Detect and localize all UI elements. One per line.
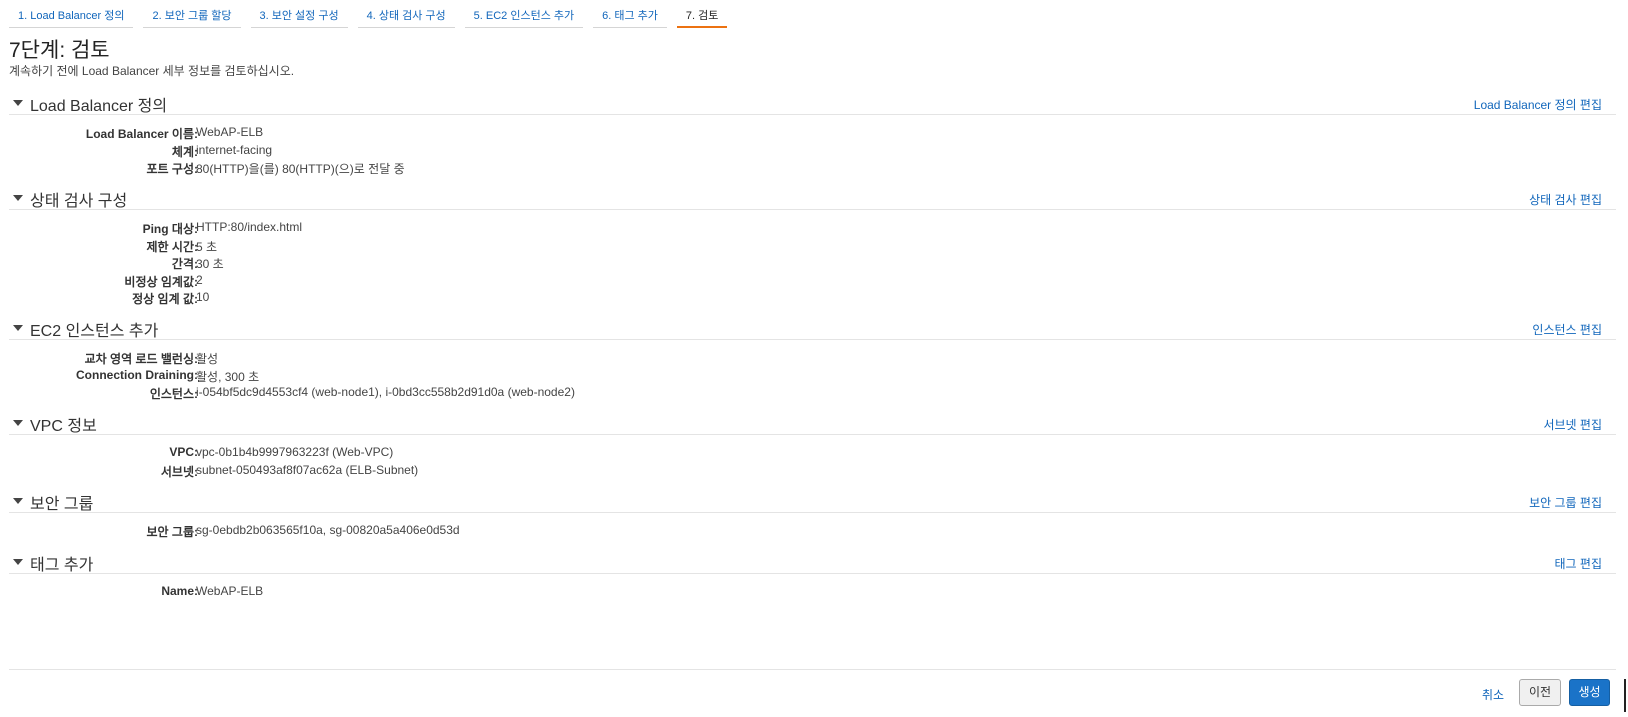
detail-value: i-054bf5dc9d4553cf4 (web-node1), i-0bd3c… (196, 385, 575, 399)
section-header: 태그 추가 태그 편집 (9, 553, 1616, 574)
caret-down-icon[interactable] (13, 325, 23, 331)
tab-step-7[interactable]: 7. 검토 (676, 0, 728, 28)
section-load-balancer-definition: Load Balancer 정의 Load Balancer 정의 편집 Loa… (9, 94, 1616, 177)
detail-value: 활성, 300 초 (196, 369, 260, 384)
section-header: 상태 검사 구성 상태 검사 편집 (9, 189, 1616, 210)
edit-subnets-link[interactable]: 서브넷 편집 (1543, 416, 1602, 433)
detail-value: 10 (196, 290, 210, 304)
detail-label: 비정상 임계값: (124, 274, 198, 289)
section-vpc-info: VPC 정보 서브넷 편집 VPC: vpc-0b1b4b9997963223f… (9, 414, 1616, 479)
tab-step-3[interactable]: 3. 보안 설정 구성 (250, 0, 348, 28)
detail-row: Load Balancer 이름: WebAP-ELB (9, 124, 1616, 142)
caret-down-icon[interactable] (13, 498, 23, 504)
detail-label: 체계: (171, 144, 198, 159)
detail-row: VPC: vpc-0b1b4b9997963223f (Web-VPC) (9, 444, 1616, 462)
detail-label: 보안 그룹: (146, 525, 199, 539)
detail-label: 포트 구성: (146, 162, 199, 176)
detail-row: 비정상 임계값: 2 (9, 272, 1616, 290)
detail-value: 5 초 (196, 239, 218, 254)
edit-health-check-link[interactable]: 상태 검사 편집 (1529, 191, 1602, 208)
detail-row: 간격: 30 초 (9, 254, 1616, 272)
section-title: 태그 추가 (30, 557, 94, 574)
edit-instances-link[interactable]: 인스턴스 편집 (1532, 321, 1602, 338)
detail-value: vpc-0b1b4b9997963223f (Web-VPC) (196, 445, 394, 459)
caret-down-icon[interactable] (13, 195, 23, 201)
detail-value: WebAP-ELB (196, 125, 264, 139)
detail-value: 30 초 (196, 257, 224, 271)
edit-security-groups-link[interactable]: 보안 그룹 편집 (1529, 494, 1602, 511)
detail-label: 교차 영역 로드 밸런싱: (84, 352, 198, 366)
section-tags: 태그 추가 태그 편집 Name: WebAP-ELB (9, 553, 1616, 601)
caret-down-icon[interactable] (13, 559, 23, 565)
tab-step-1[interactable]: 1. Load Balancer 정의 (9, 0, 134, 28)
section-header: VPC 정보 서브넷 편집 (9, 414, 1616, 435)
detail-label: 정상 임계 값: (132, 292, 198, 306)
detail-row: 제한 시간: 5 초 (9, 237, 1616, 255)
detail-row: 보안 그룹: sg-0ebdb2b063565f10a, sg-00820a5a… (9, 522, 1616, 540)
detail-label: Ping 대상: (142, 222, 198, 236)
detail-label: Connection Draining: (76, 367, 198, 382)
detail-label: Load Balancer 이름: (85, 127, 198, 141)
detail-row: 체계: internet-facing (9, 142, 1616, 160)
page-subtitle: 계속하기 전에 Load Balancer 세부 정보를 검토하십시오. (9, 64, 295, 78)
tab-step-2[interactable]: 2. 보안 그룹 할당 (143, 0, 241, 28)
detail-label: Name: (161, 584, 198, 598)
section-title: 보안 그룹 (30, 496, 94, 513)
section-health-check: 상태 검사 구성 상태 검사 편집 Ping 대상: HTTP:80/index… (9, 189, 1616, 307)
section-header: EC2 인스턴스 추가 인스턴스 편집 (9, 319, 1616, 340)
section-title: 상태 검사 구성 (30, 193, 128, 210)
detail-value: 2 (196, 272, 203, 287)
detail-value: HTTP:80/index.html (196, 220, 303, 234)
tab-step-4[interactable]: 4. 상태 검사 구성 (357, 0, 455, 28)
detail-row: Ping 대상: HTTP:80/index.html (9, 219, 1616, 237)
detail-value: WebAP-ELB (196, 584, 264, 598)
section-header: Load Balancer 정의 Load Balancer 정의 편집 (9, 94, 1616, 115)
detail-row: Name: WebAP-ELB (9, 583, 1616, 601)
section-title: VPC 정보 (30, 418, 97, 435)
caret-down-icon[interactable] (13, 100, 23, 106)
detail-value: subnet-050493af8f07ac62a (ELB-Subnet) (196, 462, 419, 477)
detail-row: 서브넷: subnet-050493af8f07ac62a (ELB-Subne… (9, 462, 1616, 480)
detail-label: 제한 시간: (146, 239, 199, 254)
edit-load-balancer-link[interactable]: Load Balancer 정의 편집 (1474, 96, 1602, 113)
create-button[interactable]: 생성 (1569, 679, 1610, 706)
previous-button[interactable]: 이전 (1519, 679, 1561, 706)
detail-value: 활성 (196, 352, 219, 366)
window-edge (1624, 679, 1626, 712)
detail-value: sg-0ebdb2b063565f10a, sg-00820a5a406e0d5… (196, 523, 460, 537)
edit-tags-link[interactable]: 태그 편집 (1555, 555, 1603, 572)
tab-step-5[interactable]: 5. EC2 인스턴스 추가 (464, 0, 584, 28)
footer-divider (9, 669, 1616, 670)
detail-value: internet-facing (196, 142, 273, 157)
caret-down-icon[interactable] (13, 420, 23, 426)
detail-label: 인스턴스: (149, 387, 198, 401)
detail-row: 인스턴스: i-054bf5dc9d4553cf4 (web-node1), i… (9, 384, 1616, 402)
section-title: Load Balancer 정의 (30, 98, 168, 115)
section-header: 보안 그룹 보안 그룹 편집 (9, 492, 1616, 513)
detail-label: VPC: (169, 445, 198, 459)
detail-value: 80(HTTP)을(를) 80(HTTP)(으)로 전달 중 (196, 162, 405, 176)
section-ec2-instances: EC2 인스턴스 추가 인스턴스 편집 교차 영역 로드 밸런싱: 활성 Con… (9, 319, 1616, 402)
section-title: EC2 인스턴스 추가 (30, 323, 159, 340)
detail-label: 간격: (171, 257, 198, 271)
detail-row: 정상 임계 값: 10 (9, 289, 1616, 307)
section-security-groups: 보안 그룹 보안 그룹 편집 보안 그룹: sg-0ebdb2b063565f1… (9, 492, 1616, 540)
detail-row: Connection Draining: 활성, 300 초 (9, 367, 1616, 385)
detail-label: 서브넷: (160, 464, 198, 479)
cancel-link[interactable]: 취소 (1482, 686, 1504, 703)
detail-row: 교차 영역 로드 밸런싱: 활성 (9, 349, 1616, 367)
tab-step-6[interactable]: 6. 태그 추가 (593, 0, 667, 28)
page-title: 7단계: 검토 (9, 39, 110, 62)
detail-row: 포트 구성: 80(HTTP)을(를) 80(HTTP)(으)로 전달 중 (9, 159, 1616, 177)
wizard-steps: 1. Load Balancer 정의 2. 보안 그룹 할당 3. 보안 설정… (9, 0, 737, 28)
